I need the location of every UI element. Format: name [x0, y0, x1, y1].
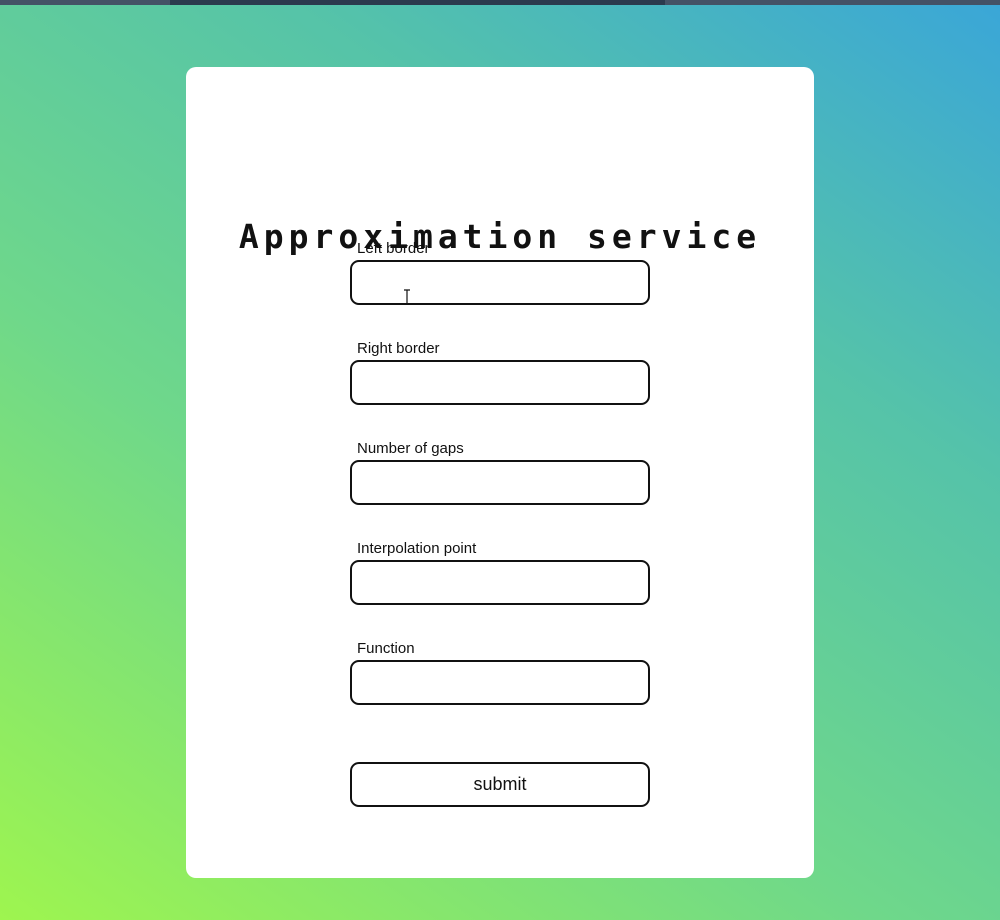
top-strip-segment [665, 0, 1000, 5]
number-of-gaps-input[interactable] [350, 460, 650, 505]
function-input[interactable] [350, 660, 650, 705]
number-of-gaps-label: Number of gaps [357, 440, 464, 457]
field-right-border: Right border [350, 340, 650, 405]
interpolation-point-label: Interpolation point [357, 540, 477, 557]
submit-button[interactable]: submit [350, 762, 650, 807]
left-border-input[interactable] [350, 260, 650, 305]
field-left-border: Left border [350, 240, 650, 305]
top-strip-segment [0, 0, 170, 5]
interpolation-point-input[interactable] [350, 560, 650, 605]
right-border-input[interactable] [350, 360, 650, 405]
form-card: Approximation service Left border Right … [186, 67, 814, 878]
right-border-label: Right border [357, 340, 440, 357]
field-number-of-gaps: Number of gaps [350, 440, 650, 505]
field-interpolation-point: Interpolation point [350, 540, 650, 605]
top-strip [0, 0, 1000, 5]
function-label: Function [357, 640, 415, 657]
left-border-label: Left border [357, 240, 430, 257]
field-function: Function [350, 640, 650, 705]
